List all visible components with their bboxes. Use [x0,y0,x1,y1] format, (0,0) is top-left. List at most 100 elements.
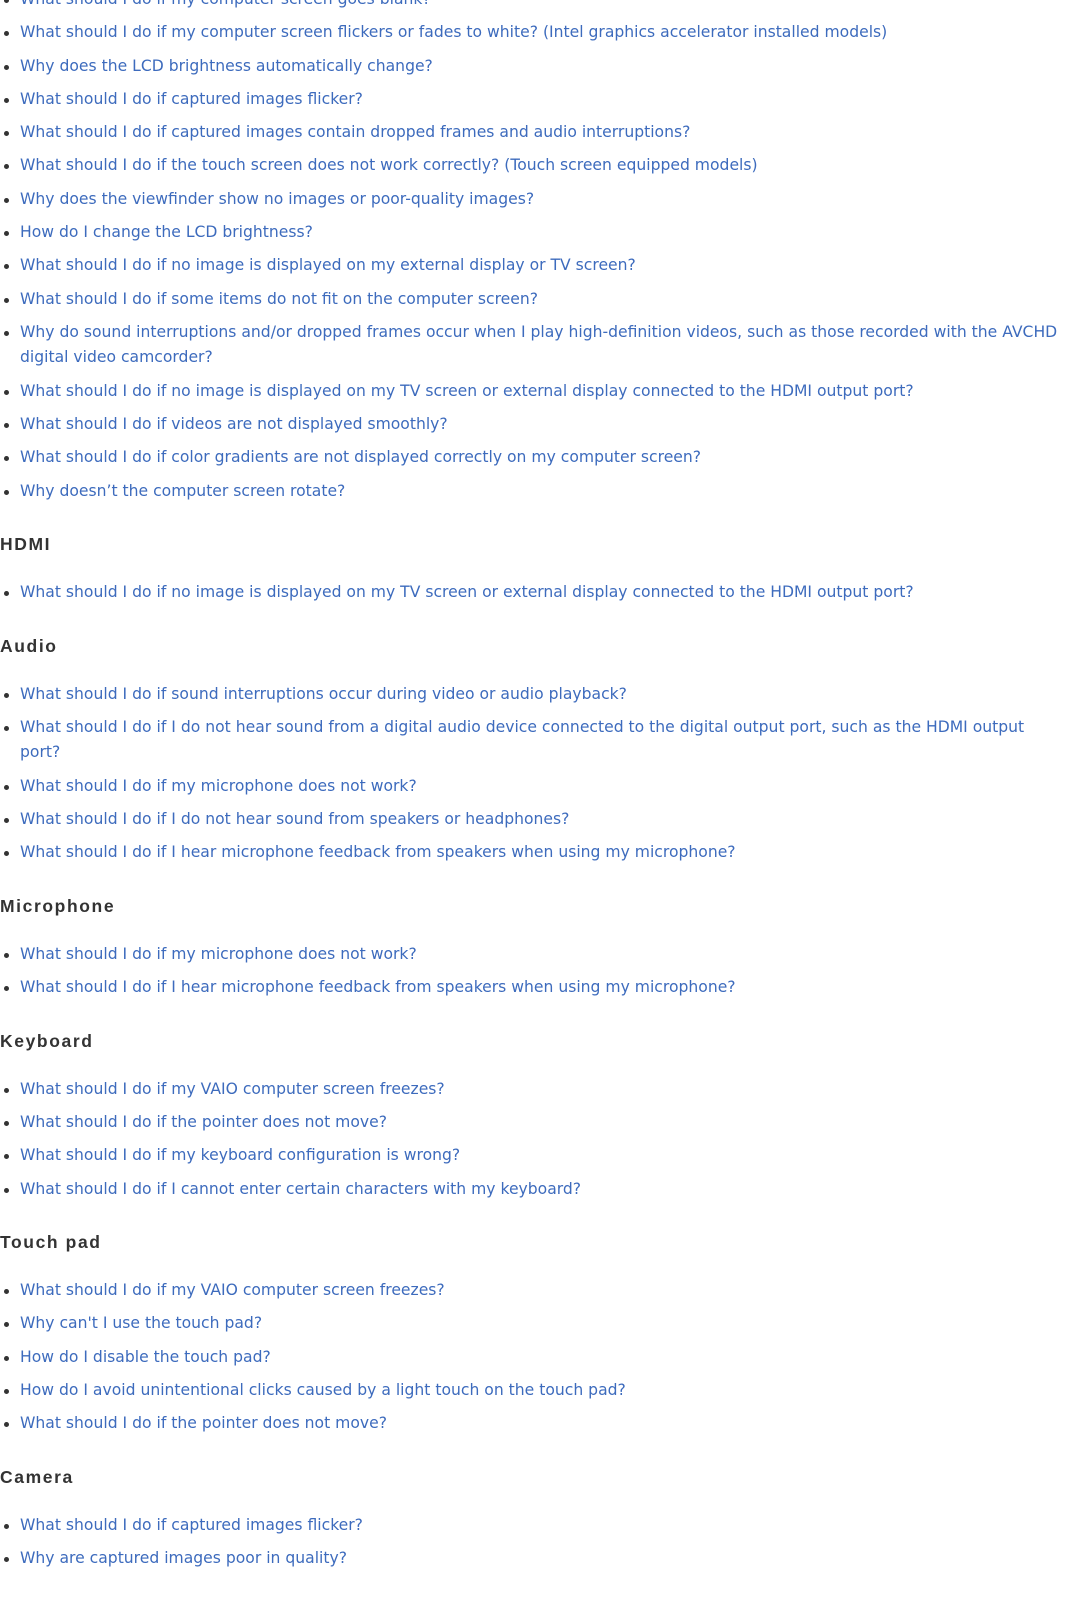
faq-link[interactable]: How do I change the LCD brightness? [20,223,313,241]
list-item: What should I do if I do not hear sound … [0,715,1060,766]
list-item: What should I do if color gradients are … [0,445,1060,471]
faq-link[interactable]: What should I do if captured images flic… [20,1516,363,1534]
list-item: What should I do if my microphone does n… [0,942,1060,968]
bullet-icon [4,31,9,37]
section-heading-keyboard: Keyboard [0,1030,94,1051]
faq-link[interactable]: Why can't I use the touch pad? [20,1314,262,1332]
bullet-icon [4,986,9,992]
bullet-icon [4,1422,9,1428]
faq-link[interactable]: What should I do if my VAIO computer scr… [20,1080,445,1098]
bullet-icon [4,423,9,429]
list-item: What should I do if the pointer does not… [0,1110,1060,1136]
list-item: What should I do if I cannot enter certa… [0,1177,1060,1203]
list-item: What should I do if my computer screen f… [0,20,1060,46]
bullet-icon [4,264,9,270]
faq-link[interactable]: What should I do if color gradients are … [20,448,701,466]
list-item: Why doesn’t the computer screen rotate? [0,479,1060,505]
faq-content: What should I do if my computer screen g… [0,0,1060,1579]
bullet-icon [4,197,9,203]
bullet-icon [4,1187,9,1193]
faq-link[interactable]: What should I do if I do not hear sound … [20,718,1024,762]
list-item: How do I change the LCD brightness? [0,220,1060,246]
faq-link[interactable]: What should I do if captured images cont… [20,123,690,141]
section-heading-microphone: Microphone [0,895,116,916]
faq-link[interactable]: What should I do if the pointer does not… [20,1113,387,1131]
faq-link[interactable]: What should I do if my keyboard configur… [20,1146,460,1164]
list-item: What should I do if captured images cont… [0,120,1060,146]
faq-link[interactable]: Why does the LCD brightness automaticall… [20,57,433,75]
display-link-list: What should I do if my computer screen g… [0,0,1060,504]
bullet-icon [4,1120,9,1126]
keyboard-link-list: What should I do if my VAIO computer scr… [0,1077,1060,1202]
list-item: What should I do if my microphone does n… [0,774,1060,800]
list-item: What should I do if no image is displaye… [0,580,1060,606]
faq-link[interactable]: What should I do if I hear microphone fe… [20,978,736,996]
section-hdmi: HDMI What should I do if no image is dis… [0,533,1060,606]
faq-link[interactable]: What should I do if no image is displaye… [20,583,914,601]
faq-link[interactable]: What should I do if my microphone does n… [20,777,417,795]
faq-link[interactable]: What should I do if my computer screen f… [20,23,887,41]
faq-link[interactable]: Why does the viewfinder show no images o… [20,190,534,208]
section-heading-camera: Camera [0,1466,74,1487]
list-item: What should I do if I do not hear sound … [0,807,1060,833]
bullet-icon [4,1087,9,1093]
list-item: What should I do if captured images flic… [0,1513,1060,1539]
faq-link[interactable]: What should I do if my computer screen g… [20,0,431,8]
bullet-icon [4,1355,9,1361]
list-item: What should I do if the touch screen doe… [0,153,1060,179]
bullet-icon [4,818,9,824]
list-item: How do I disable the touch pad? [0,1345,1060,1371]
faq-link[interactable]: What should I do if no image is displaye… [20,256,636,274]
faq-link[interactable]: What should I do if videos are not displ… [20,415,448,433]
bullet-icon [4,784,9,790]
faq-link[interactable]: What should I do if I hear microphone fe… [20,843,736,861]
bullet-icon [4,1557,9,1563]
section-keyboard: Keyboard What should I do if my VAIO com… [0,1030,1060,1202]
camera-link-list: What should I do if captured images flic… [0,1513,1060,1572]
faq-link[interactable]: What should I do if sound interruptions … [20,685,627,703]
list-item: What should I do if the pointer does not… [0,1411,1060,1437]
bullet-icon [4,297,9,303]
microphone-link-list: What should I do if my microphone does n… [0,942,1060,1001]
faq-link[interactable]: What should I do if some items do not fi… [20,290,538,308]
bullet-icon [4,389,9,395]
section-heading-touchpad: Touch pad [0,1232,102,1253]
bullet-icon [4,725,9,731]
faq-link[interactable]: What should I do if my microphone does n… [20,945,417,963]
bullet-icon [4,1289,9,1295]
bullet-icon [4,1388,9,1394]
faq-link[interactable]: What should I do if no image is displaye… [20,382,914,400]
list-item: Why can't I use the touch pad? [0,1311,1060,1337]
list-item: Why do sound interruptions and/or droppe… [0,320,1060,371]
faq-link[interactable]: How do I avoid unintentional clicks caus… [20,1381,626,1399]
faq-link[interactable]: What should I do if I do not hear sound … [20,810,569,828]
faq-link[interactable]: What should I do if the touch screen doe… [20,156,758,174]
bullet-icon [4,330,9,336]
list-item: What should I do if videos are not displ… [0,412,1060,438]
list-item: What should I do if no image is displaye… [0,379,1060,405]
bullet-icon [4,0,9,3]
bullet-icon [4,131,9,137]
list-item: What should I do if no image is displaye… [0,253,1060,279]
section-display: What should I do if my computer screen g… [0,0,1060,504]
list-item: How do I avoid unintentional clicks caus… [0,1378,1060,1404]
list-item: What should I do if my VAIO computer scr… [0,1077,1060,1103]
faq-link[interactable]: What should I do if the pointer does not… [20,1414,387,1432]
bullet-icon [4,851,9,857]
bullet-icon [4,456,9,462]
hdmi-link-list: What should I do if no image is displaye… [0,580,1060,606]
faq-link[interactable]: How do I disable the touch pad? [20,1348,271,1366]
list-item: What should I do if I hear microphone fe… [0,975,1060,1001]
bullet-icon [4,952,9,958]
faq-link[interactable]: Why do sound interruptions and/or droppe… [20,323,1057,367]
faq-link[interactable]: Why are captured images poor in quality? [20,1549,347,1567]
list-item: What should I do if captured images flic… [0,87,1060,113]
faq-link[interactable]: What should I do if captured images flic… [20,90,363,108]
bullet-icon [4,64,9,70]
list-item: What should I do if my keyboard configur… [0,1143,1060,1169]
list-item: What should I do if my VAIO computer scr… [0,1278,1060,1304]
faq-link[interactable]: Why doesn’t the computer screen rotate? [20,482,345,500]
faq-link[interactable]: What should I do if my VAIO computer scr… [20,1281,445,1299]
faq-link[interactable]: What should I do if I cannot enter certa… [20,1180,581,1198]
list-item: Why does the viewfinder show no images o… [0,187,1060,213]
